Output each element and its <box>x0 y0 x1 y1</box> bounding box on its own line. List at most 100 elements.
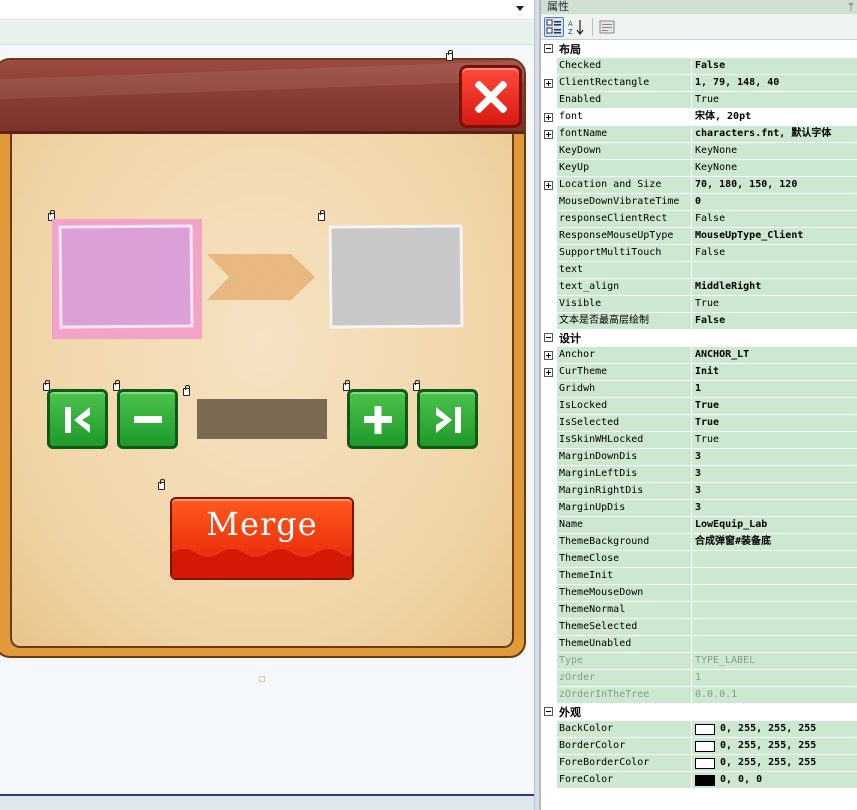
collapse-icon[interactable] <box>544 707 553 716</box>
property-row[interactable]: IsSkinWHLocked True <box>541 432 857 449</box>
pin-icon[interactable]: ᛘ <box>848 1 854 15</box>
property-value[interactable]: 3 <box>692 483 857 500</box>
property-value[interactable] <box>692 568 857 585</box>
categorized-view-button[interactable] <box>544 17 564 37</box>
property-value[interactable]: LowEquip_Lab <box>692 517 857 534</box>
property-value[interactable]: MiddleRight <box>692 279 857 296</box>
property-row[interactable]: ThemeUnabled <box>541 636 857 653</box>
property-value[interactable] <box>692 551 857 568</box>
property-row[interactable]: Anchor ANCHOR_LT <box>541 347 857 364</box>
property-row[interactable]: 文本是否最高层绘制 False <box>541 313 857 330</box>
canvas-horizontal-scrollbar[interactable] <box>0 796 537 810</box>
property-row[interactable]: responseClientRect False <box>541 211 857 228</box>
property-value[interactable]: characters.fnt, 默认字体 <box>692 126 857 143</box>
property-row[interactable]: zOrderInTheTree 0.0.0.1 <box>541 687 857 704</box>
expand-icon[interactable] <box>544 113 553 122</box>
property-value[interactable] <box>692 636 857 653</box>
quantity-field[interactable] <box>197 399 327 439</box>
property-row[interactable]: text_align MiddleRight <box>541 279 857 296</box>
property-row[interactable]: BorderColor 0, 255, 255, 255 <box>541 738 857 755</box>
dropdown-arrow-icon[interactable] <box>516 6 524 11</box>
property-row[interactable]: Type TYPE_LABEL <box>541 653 857 670</box>
property-row[interactable]: MouseDownVibrateTime 0 <box>541 194 857 211</box>
property-value[interactable]: 70, 180, 150, 120 <box>692 177 857 194</box>
alphabetical-view-button[interactable]: A Z <box>566 17 586 37</box>
property-value[interactable]: 3 <box>692 500 857 517</box>
property-row[interactable]: ThemeNormal <box>541 602 857 619</box>
property-value[interactable]: True <box>692 296 857 313</box>
property-value[interactable]: False <box>692 211 857 228</box>
property-row[interactable]: text <box>541 262 857 279</box>
property-row[interactable]: ClientRectangle 1, 79, 148, 40 <box>541 75 857 92</box>
property-value[interactable] <box>692 262 857 279</box>
property-row[interactable]: fontName characters.fnt, 默认字体 <box>541 126 857 143</box>
property-row[interactable]: ThemeInit <box>541 568 857 585</box>
collapse-icon[interactable] <box>544 44 553 53</box>
property-row[interactable]: MarginUpDis 3 <box>541 500 857 517</box>
property-value[interactable]: 0 <box>692 194 857 211</box>
property-value[interactable]: 0, 255, 255, 255 <box>692 738 857 755</box>
property-value[interactable]: True <box>692 432 857 449</box>
decrease-quantity-button[interactable] <box>117 389 178 449</box>
property-row[interactable]: IsLocked True <box>541 398 857 415</box>
property-value[interactable]: 0, 0, 0 <box>692 772 857 789</box>
property-value[interactable] <box>692 585 857 602</box>
property-value[interactable]: KeyNone <box>692 160 857 177</box>
min-quantity-button[interactable] <box>47 389 108 449</box>
property-row[interactable]: Visible True <box>541 296 857 313</box>
property-row[interactable]: Checked False <box>541 58 857 75</box>
property-row[interactable]: ForeColor 0, 0, 0 <box>541 772 857 789</box>
property-row[interactable]: ResponseMouseUpType MouseUpType_Client <box>541 228 857 245</box>
property-row[interactable]: KeyUp KeyNone <box>541 160 857 177</box>
property-value[interactable]: True <box>692 398 857 415</box>
property-row[interactable]: Name LowEquip_Lab <box>541 517 857 534</box>
close-button[interactable] <box>459 65 522 128</box>
property-pages-button[interactable] <box>597 17 617 37</box>
property-value[interactable]: False <box>692 313 857 330</box>
property-row[interactable]: IsSelected True <box>541 415 857 432</box>
property-value[interactable]: 0, 255, 255, 255 <box>692 755 857 772</box>
property-value[interactable]: 1, 79, 148, 40 <box>692 75 857 92</box>
result-equip-slot[interactable] <box>328 224 464 329</box>
property-value[interactable] <box>692 602 857 619</box>
expand-icon[interactable] <box>544 351 553 360</box>
property-value[interactable]: 3 <box>692 466 857 483</box>
property-value[interactable]: 合成弹窗#装备底 <box>692 534 857 551</box>
property-row[interactable]: ThemeSelected <box>541 619 857 636</box>
property-row[interactable]: font 宋体, 20pt <box>541 109 857 126</box>
property-row[interactable]: SupportMultiTouch False <box>541 245 857 262</box>
property-row[interactable]: Gridwh 1 <box>541 381 857 398</box>
property-value[interactable]: True <box>692 415 857 432</box>
property-row[interactable]: Enabled True <box>541 92 857 109</box>
property-row[interactable]: ForeBorderColor 0, 255, 255, 255 <box>541 755 857 772</box>
property-row[interactable]: BackColor 0, 255, 255, 255 <box>541 721 857 738</box>
expand-icon[interactable] <box>544 181 553 190</box>
category-row[interactable]: 布局 <box>541 41 857 58</box>
property-value[interactable]: False <box>692 58 857 75</box>
expand-icon[interactable] <box>544 368 553 377</box>
property-row[interactable]: Location and Size 70, 180, 150, 120 <box>541 177 857 194</box>
expand-icon[interactable] <box>544 130 553 139</box>
property-value[interactable]: KeyNone <box>692 143 857 160</box>
design-canvas[interactable]: Merge <box>0 0 537 810</box>
property-value[interactable]: 3 <box>692 449 857 466</box>
property-value[interactable] <box>692 619 857 636</box>
property-value[interactable]: Init <box>692 364 857 381</box>
property-value[interactable]: False <box>692 245 857 262</box>
property-row[interactable]: ThemeMouseDown <box>541 585 857 602</box>
expand-icon[interactable] <box>544 79 553 88</box>
property-value[interactable]: 0.0.0.1 <box>692 687 857 704</box>
low-equip-slot[interactable] <box>58 224 194 329</box>
property-row[interactable]: zOrder 1 <box>541 670 857 687</box>
merge-button[interactable]: Merge <box>170 497 354 580</box>
property-value[interactable]: ANCHOR_LT <box>692 347 857 364</box>
category-row[interactable]: 设计 <box>541 330 857 347</box>
property-row[interactable]: CurTheme Init <box>541 364 857 381</box>
property-value[interactable]: 宋体, 20pt <box>692 109 857 126</box>
property-value[interactable]: 1 <box>692 670 857 687</box>
property-row[interactable]: MarginLeftDis 3 <box>541 466 857 483</box>
property-value[interactable]: 0, 255, 255, 255 <box>692 721 857 738</box>
property-row[interactable]: ThemeBackground 合成弹窗#装备底 <box>541 534 857 551</box>
increase-quantity-button[interactable] <box>347 389 408 449</box>
property-value[interactable]: TYPE_LABEL <box>692 653 857 670</box>
